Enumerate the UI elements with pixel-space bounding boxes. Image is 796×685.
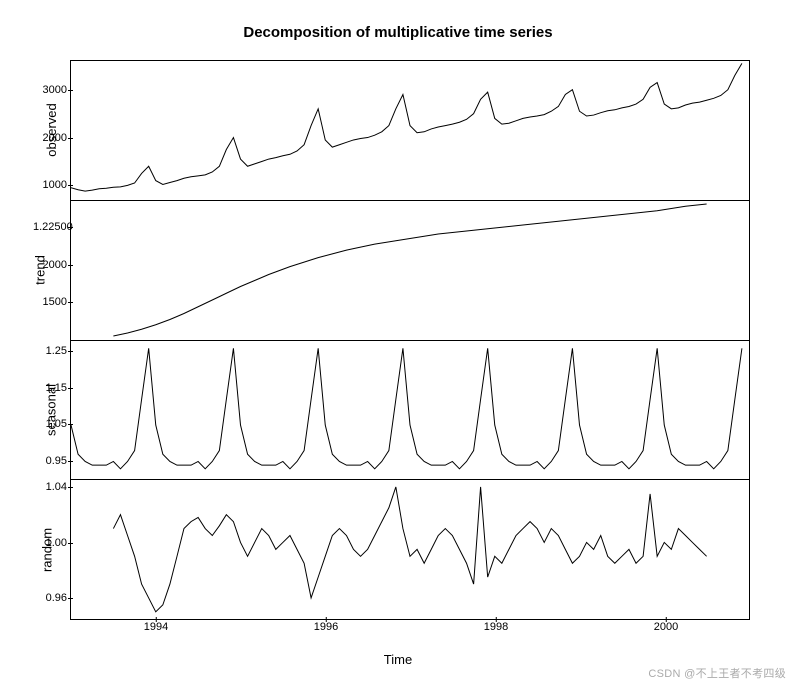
y-tick: 1000 xyxy=(33,179,67,191)
y-tick: 0.95 xyxy=(33,455,67,467)
x-ticks: 1994 1996 1998 2000 xyxy=(71,621,749,635)
y-ticks: 1500 2000 1.22500 xyxy=(33,201,67,340)
panel-trend: trend150020001.22500 xyxy=(71,201,749,341)
panel-observed: observed100020003000 xyxy=(71,61,749,201)
y-ticks: 1000 2000 3000 xyxy=(33,61,67,200)
y-tick: 2000 xyxy=(33,132,67,144)
line-observed xyxy=(71,61,749,200)
y-tick: 1.00 xyxy=(33,537,67,549)
y-tick: 0.96 xyxy=(33,592,67,604)
y-ticks: 0.96 1.00 1.04 xyxy=(33,480,67,619)
line-seasonal xyxy=(71,341,749,480)
panel-seasonal: seasonal0.951.051.151.25 xyxy=(71,341,749,481)
panel-random: random0.961.001.041994199619982000 xyxy=(71,480,749,619)
watermark: CSDN @不上王者不考四级 xyxy=(648,665,786,681)
y-tick: 1.04 xyxy=(33,481,67,493)
x-tick: 1996 xyxy=(314,621,338,633)
y-tick: 1.22500 xyxy=(33,221,67,233)
chart-panels: observed100020003000trend150020001.22500… xyxy=(70,60,750,620)
y-tick: 3000 xyxy=(33,84,67,96)
y-tick: 1.05 xyxy=(33,418,67,430)
chart-title: Decomposition of multiplicative time ser… xyxy=(0,24,796,41)
x-tick: 1998 xyxy=(484,621,508,633)
x-tick: 1994 xyxy=(144,621,168,633)
y-tick: 1.15 xyxy=(33,382,67,394)
x-tick: 2000 xyxy=(654,621,678,633)
y-tick: 1.25 xyxy=(33,345,67,357)
y-tick: 2000 xyxy=(33,259,67,271)
line-random xyxy=(71,480,749,619)
y-tick: 1500 xyxy=(33,296,67,308)
line-trend xyxy=(71,201,749,340)
y-ticks: 0.95 1.05 1.15 1.25 xyxy=(33,341,67,480)
